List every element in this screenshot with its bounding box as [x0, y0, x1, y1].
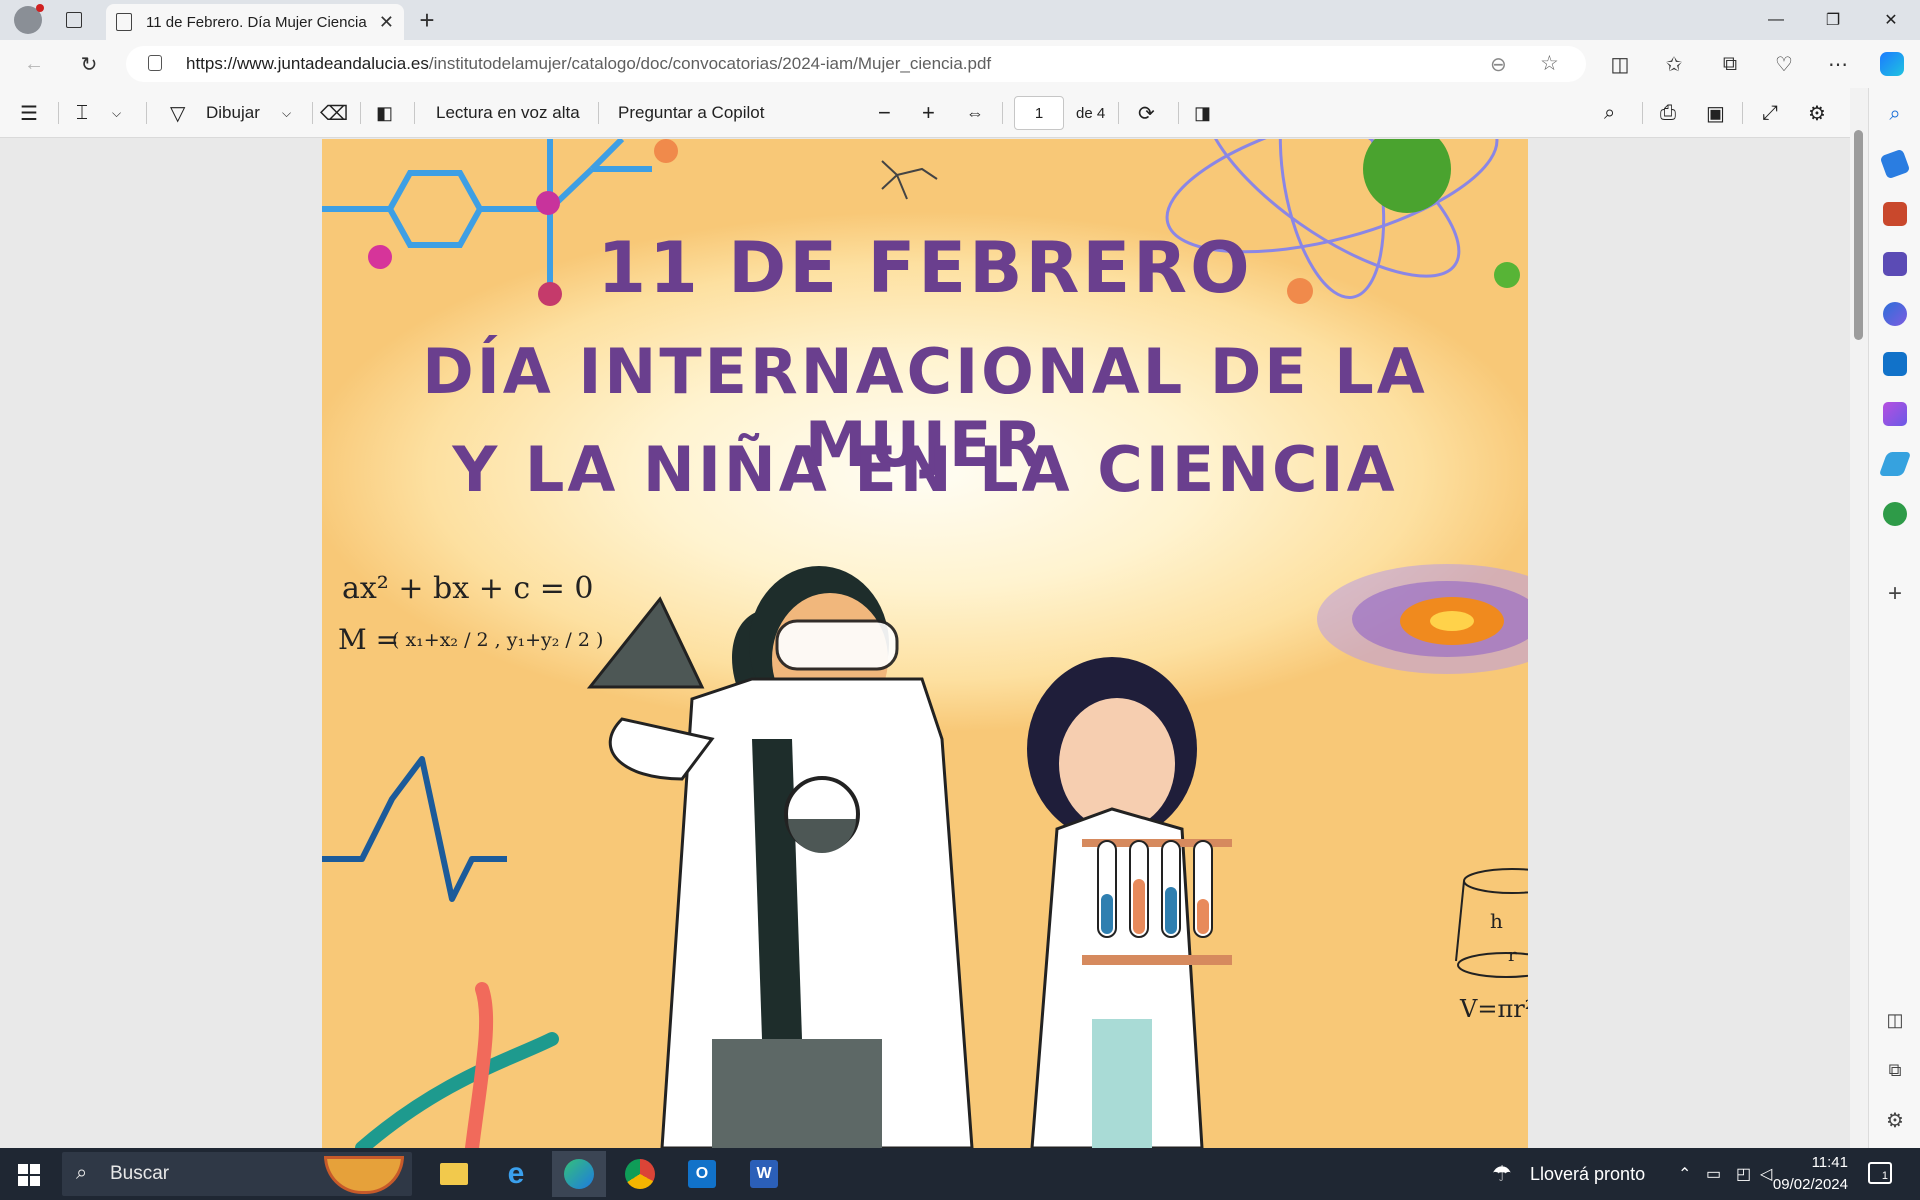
refresh-button[interactable]: ↻: [71, 46, 107, 82]
page-total: de 4: [1076, 104, 1106, 122]
shopping-icon[interactable]: [1879, 148, 1911, 180]
document-icon: [116, 13, 132, 31]
notification-count: 1: [1881, 1170, 1888, 1182]
edge-sidebar: ⌕ + ◫ ⧉ ⚙: [1868, 88, 1920, 1148]
zoom-in-button[interactable]: +: [922, 88, 935, 138]
file-explorer-icon[interactable]: [434, 1154, 474, 1194]
microsoft365-icon[interactable]: [1883, 302, 1907, 326]
read-aloud-button[interactable]: Lectura en voz alta: [436, 88, 580, 138]
midpoint-prefix: M =: [338, 623, 400, 656]
minimize-button[interactable]: —: [1753, 0, 1799, 40]
draw-button[interactable]: Dibujar: [206, 88, 260, 138]
search-icon: ⌕: [76, 1162, 88, 1184]
draw-chevron-down-icon[interactable]: ⌵: [282, 88, 291, 138]
tray-chevron-up-icon[interactable]: ⌃: [1678, 1148, 1691, 1200]
telegram-icon[interactable]: [1878, 452, 1912, 476]
girl-scientist-figure: [1027, 657, 1232, 1148]
erase-icon[interactable]: ⌫: [320, 88, 348, 138]
address-bar: ← ↻ https://www.juntadeandalucia.es/inst…: [0, 40, 1920, 88]
tab-actions-icon[interactable]: [66, 12, 82, 28]
scrollbar-thumb[interactable]: [1854, 130, 1863, 340]
url-domain: https://www.juntadeandalucia.es: [186, 54, 429, 73]
page-number-input[interactable]: 1: [1014, 96, 1064, 130]
collections-icon[interactable]: ⧉: [1712, 46, 1748, 82]
notifications-icon[interactable]: 1: [1868, 1162, 1892, 1184]
url-field[interactable]: https://www.juntadeandalucia.es/institut…: [126, 46, 1586, 82]
split-screen-icon[interactable]: ◫: [1602, 46, 1638, 82]
open-external-icon[interactable]: ⧉: [1883, 1060, 1907, 1084]
midpoint-formula: ( x₁+x₂ / 2 , y₁+y₂ / 2 ): [392, 629, 604, 651]
pdf-viewer: 11 DE FEBRERO DÍA INTERNACIONAL DE LA MU…: [0, 139, 1850, 1148]
pizza-icon: [324, 1156, 404, 1194]
sidebar-settings-icon[interactable]: ⚙: [1883, 1108, 1907, 1132]
tree-icon[interactable]: [1883, 502, 1907, 526]
clock[interactable]: 11:41 09/02/2024: [1768, 1152, 1848, 1196]
highlight-chevron-down-icon[interactable]: ⌵: [112, 88, 121, 138]
tools-icon[interactable]: [1883, 202, 1907, 226]
quadratic-equation: ax² + bx + c = 0: [342, 571, 594, 606]
contents-icon[interactable]: ☰: [20, 88, 38, 138]
poster-title-line1: 11 DE FEBRERO: [597, 227, 1253, 309]
lock-icon[interactable]: [148, 55, 162, 71]
ask-copilot-button[interactable]: Preguntar a Copilot: [618, 88, 764, 138]
favorites-icon[interactable]: ✩: [1656, 46, 1692, 82]
restore-button[interactable]: ❐: [1810, 0, 1856, 40]
browser-essentials-icon[interactable]: ♡: [1766, 46, 1802, 82]
chrome-icon[interactable]: [620, 1154, 660, 1194]
more-menu-icon[interactable]: ⋯: [1820, 46, 1856, 82]
tab-title: 11 de Febrero. Día Mujer Ciencia: [146, 13, 367, 31]
network-icon[interactable]: ◰: [1736, 1148, 1751, 1200]
text-box-icon[interactable]: ◧: [376, 88, 393, 138]
games-icon[interactable]: [1883, 252, 1907, 276]
taskbar-search[interactable]: ⌕ Buscar: [62, 1152, 412, 1196]
clock-date: 09/02/2024: [1772, 1176, 1848, 1193]
outlook-icon[interactable]: [1883, 352, 1907, 376]
active-tab[interactable]: 11 de Febrero. Día Mujer Ciencia ✕: [106, 4, 404, 40]
clock-time: 11:41: [1811, 1154, 1848, 1171]
profile-avatar[interactable]: [14, 4, 44, 34]
copilot-icon[interactable]: [1874, 46, 1910, 82]
cylinder-height-label: h: [1490, 909, 1503, 933]
devices-icon[interactable]: ▭: [1706, 1148, 1721, 1200]
url-path: /institutodelamujer/catalogo/doc/convoca…: [428, 54, 992, 73]
draw-icon[interactable]: ▽: [170, 88, 185, 138]
fullscreen-icon[interactable]: ⤢: [1762, 88, 1778, 138]
new-tab-button[interactable]: +: [412, 2, 442, 38]
back-button[interactable]: ←: [16, 46, 52, 82]
tab-close-button[interactable]: ✕: [379, 12, 394, 33]
save-icon[interactable]: ▣: [1706, 88, 1725, 138]
highlight-icon[interactable]: ⌶: [76, 88, 88, 138]
search-icon[interactable]: ⌕: [1883, 102, 1907, 126]
outlook-app-icon[interactable]: O: [682, 1154, 722, 1194]
fit-width-icon[interactable]: ⇔: [966, 88, 984, 138]
weather-icon[interactable]: ☂: [1492, 1148, 1512, 1200]
windows-taskbar: ⌕ Buscar e O W ☂ Lloverá pronto ⌃ ▭ ◰ ◁ …: [0, 1148, 1920, 1200]
woman-scientist-figure: [586, 566, 974, 1148]
find-icon[interactable]: ⌕: [1604, 88, 1615, 138]
tab-strip: 11 de Febrero. Día Mujer Ciencia ✕ + — ❐…: [0, 0, 1920, 40]
pdf-page: 11 DE FEBRERO DÍA INTERNACIONAL DE LA MU…: [322, 139, 1528, 1148]
heartbeat-line: [322, 756, 507, 902]
pdf-toolbar: ☰ ⌶ ⌵ ▽ Dibujar ⌵ ⌫ ◧ Lectura en voz alt…: [0, 88, 1850, 138]
word-app-icon[interactable]: W: [744, 1154, 784, 1194]
poster-title-line3: Y LA NIÑA EN LA CIENCIA: [452, 433, 1398, 506]
rotate-icon[interactable]: ⟳: [1138, 88, 1155, 138]
cylinder-volume-formula: V=πr²h: [1460, 995, 1528, 1023]
search-placeholder: Buscar: [110, 1163, 170, 1184]
zoom-icon[interactable]: ⊖: [1490, 52, 1507, 77]
settings-icon[interactable]: ⚙: [1808, 88, 1826, 138]
print-icon[interactable]: ⎙: [1660, 88, 1676, 138]
cylinder-radius-label: r: [1508, 945, 1517, 966]
weather-text[interactable]: Lloverá pronto: [1530, 1148, 1645, 1200]
zoom-out-button[interactable]: −: [878, 88, 891, 138]
internet-explorer-icon[interactable]: e: [496, 1154, 536, 1194]
start-button[interactable]: [18, 1164, 40, 1186]
close-window-button[interactable]: ✕: [1868, 0, 1914, 40]
favorite-star-icon[interactable]: ☆: [1540, 51, 1559, 76]
designer-icon[interactable]: [1883, 402, 1907, 426]
sidebar-layout-icon[interactable]: ◫: [1883, 1010, 1907, 1034]
page-view-icon[interactable]: ◨: [1194, 88, 1211, 138]
edge-icon[interactable]: [552, 1151, 606, 1197]
add-sidebar-icon[interactable]: +: [1883, 582, 1907, 606]
